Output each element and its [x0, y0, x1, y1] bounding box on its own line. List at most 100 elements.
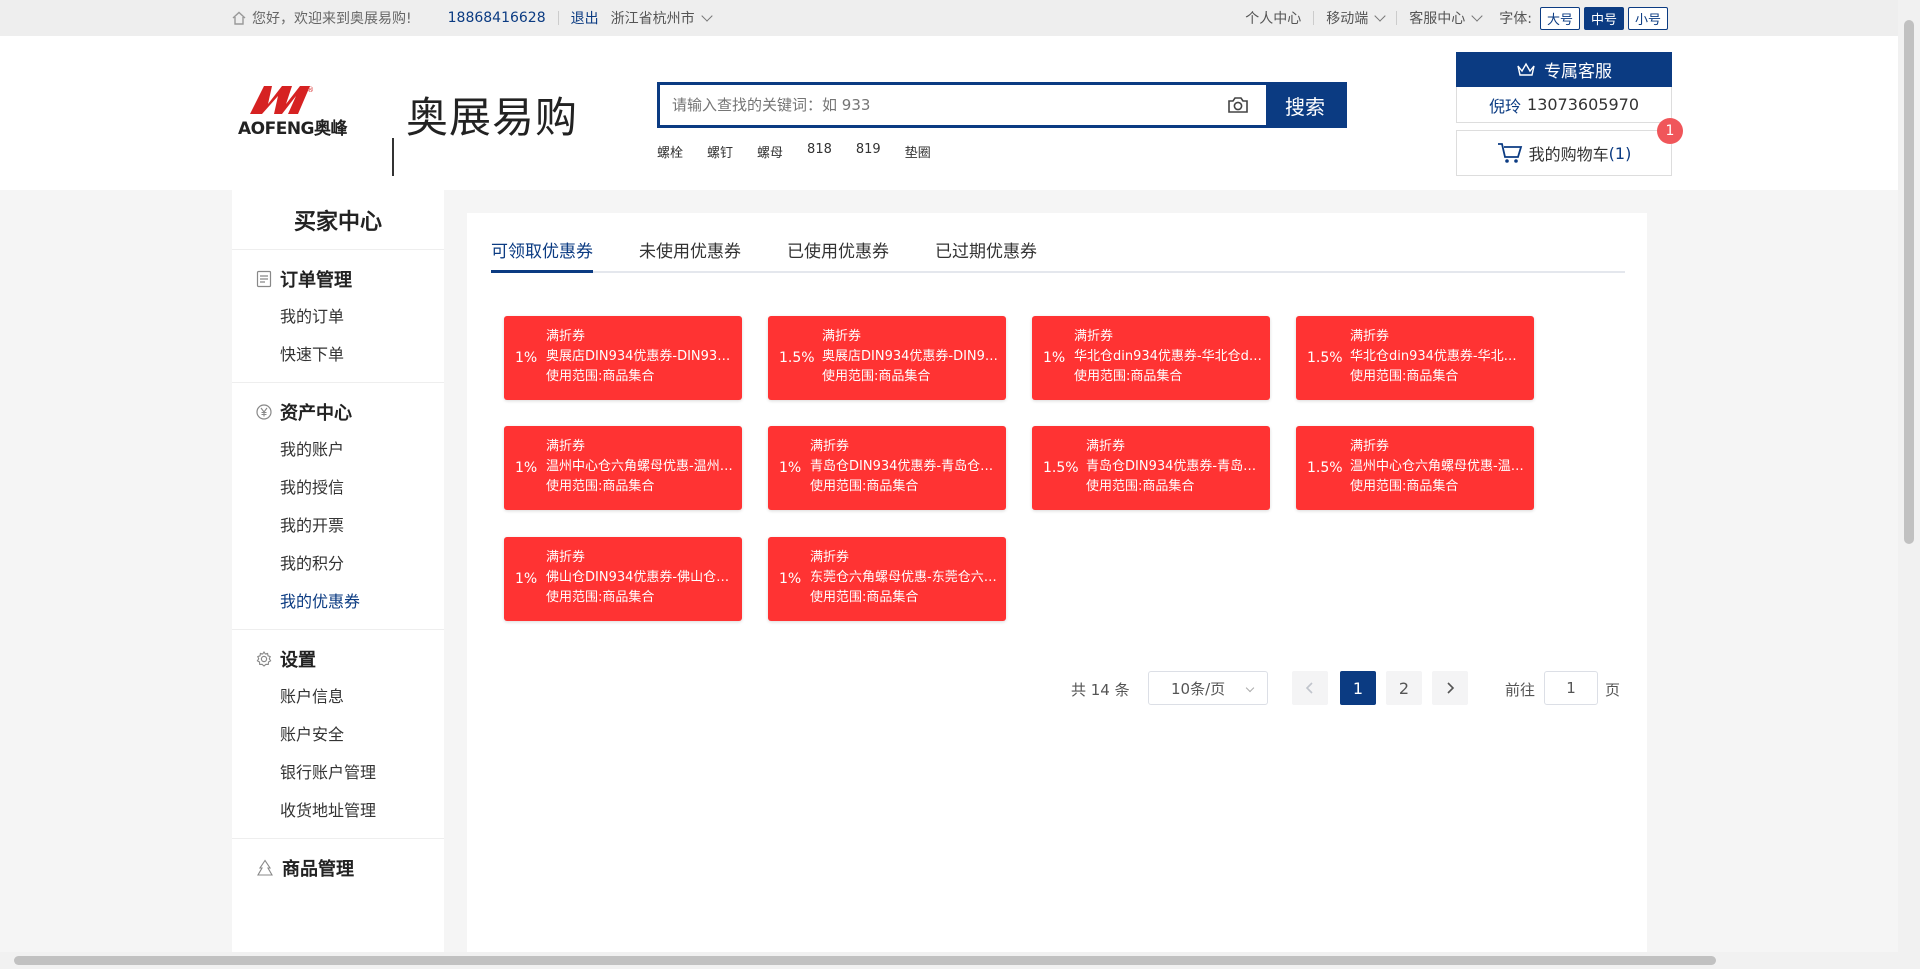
coupon-tabs: 可领取优惠券 未使用优惠券 已使用优惠券 已过期优惠券	[491, 237, 1625, 273]
coupon-type: 满折券	[1350, 329, 1390, 344]
coupon-name: 奥展店DIN934优惠券-DIN934优惠	[546, 349, 736, 364]
font-small-button[interactable]: 小号	[1627, 6, 1668, 30]
sidebar-item-shipping-address[interactable]: 收货地址管理	[232, 790, 444, 828]
coupon-scope: 使用范围:商品集合	[1086, 479, 1195, 494]
logout-link[interactable]: 退出	[571, 8, 599, 28]
coupon-rate: 1%	[515, 460, 538, 476]
cart-button[interactable]: 我的购物车 (1) 1	[1456, 118, 1683, 176]
coupon-card[interactable]: 1% 满折券 奥展店DIN934优惠券-DIN934优惠 使用范围:商品集合	[504, 316, 742, 400]
sidebar-item-account-security[interactable]: 账户安全	[232, 714, 444, 752]
goto-page-input[interactable]: 1	[1544, 671, 1598, 705]
coupon-card[interactable]: 1.5% 满折券青岛仓DIN934优惠券-青岛仓DIN934 使用范围:商品集合	[1032, 426, 1270, 510]
camera-search-button[interactable]	[1210, 85, 1266, 125]
sidebar-item-account-info[interactable]: 账户信息	[232, 676, 444, 714]
coupon-card[interactable]: 1% 满折券佛山仓DIN934优惠券-佛山仓DIN934 使用范围:商品集合	[504, 537, 742, 621]
service-title[interactable]: 专属客服	[1456, 52, 1672, 87]
coupon-scope: 使用范围:商品集合	[1350, 369, 1459, 384]
hot-keyword[interactable]: 螺母	[757, 142, 783, 161]
sidebar-item-my-account[interactable]: 我的账户	[232, 429, 444, 467]
tab-claimable-coupons[interactable]: 可领取优惠券	[491, 237, 593, 273]
horizontal-scrollbar[interactable]	[0, 952, 1898, 969]
font-medium-button[interactable]: 中号	[1583, 6, 1624, 30]
page-button-2[interactable]: 2	[1386, 671, 1422, 705]
service-title-label: 专属客服	[1544, 62, 1612, 82]
coupon-card[interactable]: 1.5% 满折券华北仓din934优惠券-华北仓din934 使用范围:商品集合	[1296, 316, 1534, 400]
chevron-down-icon	[700, 10, 713, 22]
home-icon[interactable]	[232, 11, 246, 25]
search-input[interactable]	[660, 85, 1210, 125]
coupon-card[interactable]: 1% 满折券温州中心仓六角螺母优惠-温州中心仓使用范围:商品集合	[504, 426, 742, 510]
coupon-card[interactable]: 1.5% 满折券温州中心仓六角螺母优惠-温州中心仓使用范围:商品集合	[1296, 426, 1534, 510]
coupon-type: 满折券	[810, 550, 850, 565]
coupon-type: 满折券	[546, 439, 586, 454]
hot-keyword[interactable]: 螺栓	[657, 142, 683, 161]
tab-expired-coupons[interactable]: 已过期优惠券	[935, 237, 1037, 273]
yen-icon	[256, 404, 272, 420]
exclusive-service-box: 专属客服 倪玲 13073605970	[1456, 52, 1672, 123]
divider	[1313, 11, 1315, 25]
chevron-left-icon	[1305, 682, 1313, 694]
gear-icon	[256, 651, 272, 667]
scrollbar-thumb[interactable]	[14, 956, 1716, 965]
tab-unused-coupons[interactable]: 未使用优惠券	[639, 237, 741, 273]
hot-keyword[interactable]: 垫圈	[905, 142, 931, 161]
hot-keyword[interactable]: 螺钉	[707, 142, 733, 161]
tab-used-coupons[interactable]: 已使用优惠券	[787, 237, 889, 273]
sidebar-group-title: 订单管理	[280, 270, 352, 291]
sidebar-item-my-points[interactable]: 我的积分	[232, 543, 444, 581]
sidebar-item-my-orders[interactable]: 我的订单	[232, 296, 444, 334]
next-page-button[interactable]	[1432, 671, 1468, 705]
welcome-text: 您好，欢迎来到奥展易购!	[252, 11, 412, 27]
search-button[interactable]: 搜索	[1266, 85, 1344, 125]
coupon-name: 奥展店DIN934优惠券-DIN934优惠	[822, 349, 1000, 364]
service-center-menu[interactable]: 客服中心	[1409, 8, 1483, 28]
sidebar-item-my-coupons[interactable]: 我的优惠券	[232, 581, 444, 619]
sidebar-group-title: 资产中心	[280, 403, 352, 424]
coupon-card[interactable]: 1% 满折券华北仓din934优惠券-华北仓din934 使用范围:商品集合	[1032, 316, 1270, 400]
chevron-right-icon	[1447, 682, 1455, 694]
coupon-type: 满折券	[1350, 439, 1390, 454]
logo-divider	[392, 138, 394, 176]
hot-keyword[interactable]: 818	[807, 142, 832, 161]
coupon-card[interactable]: 1% 满折券青岛仓DIN934优惠券-青岛仓DIN934 使用范围:商品集合	[768, 426, 1006, 510]
page-size-select[interactable]: 10条/页	[1148, 671, 1268, 705]
search-bar: 搜索	[657, 82, 1347, 128]
coupon-card[interactable]: 1% 满折券东莞仓六角螺母优惠-东莞仓六角螺母使用范围:商品集合	[768, 537, 1006, 621]
hot-keywords: 螺栓 螺钉 螺母 818 819 垫圈	[657, 142, 955, 161]
page-button-1[interactable]: 1	[1340, 671, 1376, 705]
scrollbar-thumb[interactable]	[1904, 20, 1914, 544]
brand-name: 奥展易购	[406, 93, 579, 142]
pagination-total: 共 14 条	[1071, 681, 1130, 699]
sidebar-group-header: 设置	[232, 642, 444, 676]
personal-center-link[interactable]: 个人中心	[1245, 8, 1301, 28]
city-selector[interactable]: 浙江省杭州市	[610, 8, 713, 28]
prev-page-button[interactable]	[1292, 671, 1328, 705]
divider	[557, 11, 559, 25]
vertical-scrollbar[interactable]	[1898, 0, 1920, 969]
svg-text:AOFENG奥峰: AOFENG奥峰	[238, 118, 349, 139]
coupon-name: 佛山仓DIN934优惠券-佛山仓DIN934	[546, 570, 736, 585]
coupon-scope: 使用范围:商品集合	[822, 369, 931, 384]
city-label: 浙江省杭州市	[610, 11, 695, 27]
coupon-card[interactable]: 1.5% 满折券奥展店DIN934优惠券-DIN934优惠使用范围:商品集合	[768, 316, 1006, 400]
user-phone-link[interactable]: 18868416628	[448, 10, 546, 26]
pagination: 共 14 条 10条/页 1 2 前往 1 页	[467, 671, 1647, 707]
service-phone: 13073605970	[1527, 95, 1639, 114]
hot-keyword[interactable]: 819	[856, 142, 881, 161]
sidebar-item-quick-order[interactable]: 快速下单	[232, 334, 444, 372]
sidebar-group-header: 订单管理	[232, 262, 444, 296]
mobile-menu[interactable]: 移动端	[1326, 8, 1386, 28]
cart-badge: 1	[1657, 118, 1683, 144]
sidebar-group-settings: 设置 账户信息 账户安全 银行账户管理 收货地址管理	[232, 630, 444, 839]
coupon-scope: 使用范围:商品集合	[810, 479, 919, 494]
chevron-down-icon	[1374, 10, 1386, 22]
sidebar-item-my-credit[interactable]: 我的授信	[232, 467, 444, 505]
sidebar: 买家中心 订单管理 我的订单 快速下单 资产中心 我的账户 我的授信 我的开票 …	[232, 190, 444, 952]
sidebar-title: 买家中心	[232, 190, 444, 250]
sidebar-item-my-invoice[interactable]: 我的开票	[232, 505, 444, 543]
font-large-button[interactable]: 大号	[1539, 6, 1580, 30]
coupon-name: 温州中心仓六角螺母优惠-温州中心仓	[546, 459, 736, 474]
coupon-scope: 使用范围:商品集合	[1074, 369, 1183, 384]
coupon-type: 满折券	[546, 329, 586, 344]
sidebar-item-bank-accounts[interactable]: 银行账户管理	[232, 752, 444, 790]
